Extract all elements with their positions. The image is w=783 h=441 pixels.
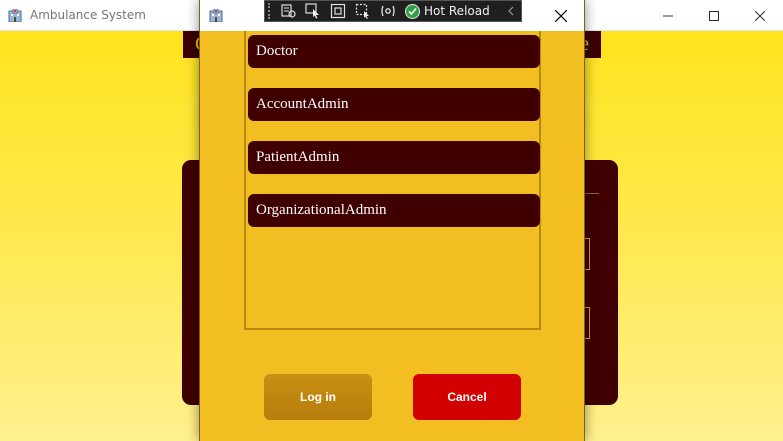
select-element-icon	[305, 3, 319, 19]
hospital-icon	[209, 8, 223, 23]
runtime-debug-toolbar: Hot Reload	[264, 0, 522, 22]
display-layout-adorners-button[interactable]	[327, 1, 349, 21]
select-element-button[interactable]	[302, 1, 324, 21]
close-icon	[555, 9, 567, 22]
role-item-patient-admin[interactable]: PatientAdmin	[248, 141, 540, 174]
login-button[interactable]: Log in	[264, 374, 372, 420]
maximize-icon	[709, 10, 719, 21]
track-focus-icon	[355, 3, 369, 19]
maximize-button[interactable]	[691, 0, 737, 31]
chevron-left-icon	[507, 6, 514, 16]
cancel-button[interactable]: Cancel	[413, 374, 521, 420]
check-icon	[405, 3, 420, 19]
toolbar-grip[interactable]	[268, 3, 274, 19]
role-item-organizational-admin[interactable]: OrganizationalAdmin	[248, 194, 540, 227]
hot-reload-label: Hot Reload	[424, 4, 490, 18]
close-button[interactable]	[737, 0, 783, 31]
window-title: Ambulance System	[30, 8, 146, 22]
role-item-account-admin[interactable]: AccountAdmin	[248, 88, 540, 121]
role-item-doctor[interactable]: Doctor	[248, 35, 540, 68]
track-focus-button[interactable]	[352, 1, 374, 21]
close-icon	[755, 10, 765, 21]
minimize-icon	[663, 15, 673, 16]
role-list[interactable]: Doctor AccountAdmin PatientAdmin Organiz…	[244, 31, 541, 330]
collapse-toolbar-button[interactable]	[506, 1, 516, 21]
role-select-dialog: Doctor AccountAdmin PatientAdmin Organiz…	[199, 0, 585, 441]
binding-failures-icon	[381, 5, 395, 17]
hospital-icon	[8, 8, 22, 23]
minimize-button[interactable]	[645, 0, 691, 31]
live-visual-tree-icon	[281, 4, 296, 18]
binding-failures-button[interactable]	[377, 1, 399, 21]
hot-reload-button[interactable]: Hot Reload	[405, 1, 490, 21]
live-visual-tree-button[interactable]	[277, 1, 299, 21]
dialog-close-button[interactable]	[538, 0, 584, 31]
display-layout-adorners-icon	[330, 3, 346, 19]
